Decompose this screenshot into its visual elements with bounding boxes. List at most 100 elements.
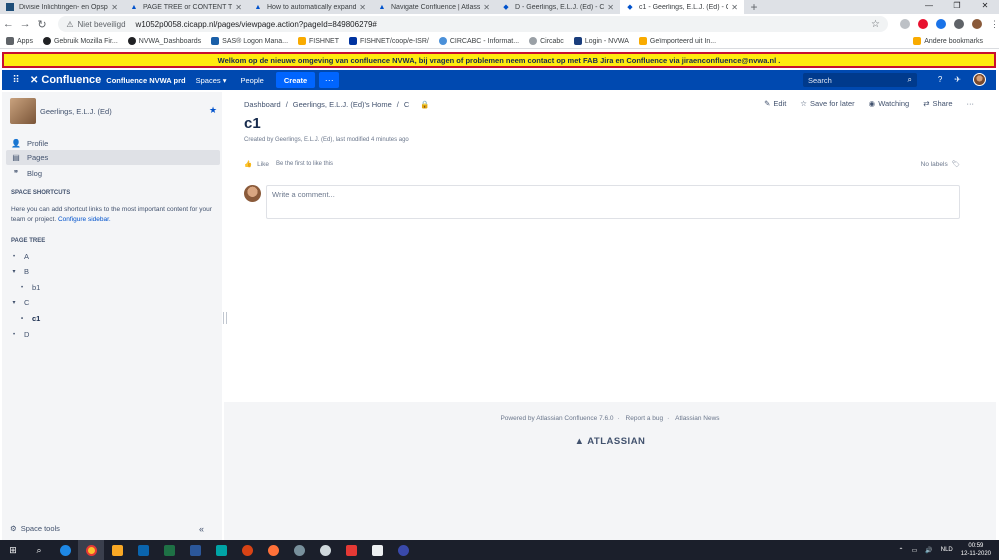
bookmark[interactable]: FISHNET — [298, 37, 339, 45]
chevron-up-icon[interactable]: ⌃ — [899, 547, 904, 554]
breadcrumb-parent[interactable]: C — [404, 100, 409, 109]
bookmark[interactable]: CIRCABC - Informat... — [438, 37, 519, 45]
windows-start-icon[interactable]: ⊞ — [0, 540, 26, 560]
save-for-later-button[interactable]: ☆ Save for later — [800, 99, 854, 108]
app-icon[interactable] — [312, 540, 338, 560]
collapse-sidebar-icon[interactable]: « — [199, 524, 204, 534]
people-link[interactable]: People — [241, 76, 264, 85]
atlassian-news-link[interactable]: Atlassian News — [675, 415, 719, 422]
excel-icon[interactable] — [156, 540, 182, 560]
share-button[interactable]: ⇄ Share — [923, 99, 952, 108]
close-window-icon[interactable]: ✕ — [971, 0, 999, 14]
browser-tab[interactable]: ▲ Navigate Confluence | Atlassian ✕ — [372, 0, 496, 14]
bookmark[interactable]: FISHNET/coop/e-ISR/ — [348, 37, 429, 45]
labels-area[interactable]: No labels 🏷 — [921, 160, 960, 169]
close-tab-icon[interactable]: ✕ — [731, 3, 738, 12]
space-name[interactable]: Geerlings, E.L.J. (Ed) — [40, 107, 112, 116]
clock[interactable]: 00:59 12-11-2020 — [961, 542, 991, 558]
app-icon[interactable] — [390, 540, 416, 560]
app-icon[interactable] — [286, 540, 312, 560]
restrictions-lock-icon[interactable]: 🔒 — [420, 100, 429, 109]
tree-item-c1[interactable]: • c1 — [18, 314, 40, 323]
notifications-icon[interactable]: ✈ — [954, 75, 961, 84]
bookmark[interactable]: NVWA_Dashboards — [127, 37, 201, 45]
tree-item-b[interactable]: ▾ B — [10, 267, 29, 276]
app-switcher-icon[interactable]: ⠿ — [6, 75, 26, 86]
site-name[interactable]: Confluence NVWA prd — [106, 76, 185, 85]
bookmark[interactable]: Gebruik Mozilla Fir... — [42, 37, 118, 45]
user-avatar[interactable] — [973, 73, 986, 86]
spaces-menu[interactable]: Spaces ▾ — [196, 76, 227, 85]
create-button[interactable]: Create — [275, 72, 316, 88]
acrobat-icon[interactable] — [338, 540, 364, 560]
close-tab-icon[interactable]: ✕ — [607, 3, 614, 12]
bookmark[interactable]: Circabc — [529, 37, 564, 45]
breadcrumb-dashboard[interactable]: Dashboard — [244, 100, 281, 109]
edit-button[interactable]: ✎ Edit — [764, 99, 786, 108]
network-icon[interactable]: ▭ — [912, 547, 918, 554]
close-tab-icon[interactable]: ✕ — [235, 3, 242, 12]
address-bar[interactable]: ⚠ Niet beveiligd w1052p0058.cicapp.nl/pa… — [58, 16, 888, 32]
firefox-icon[interactable] — [260, 540, 286, 560]
extension-icon[interactable] — [899, 19, 910, 29]
tree-expand-icon[interactable]: ▾ — [10, 299, 18, 306]
reload-icon[interactable]: ↻ — [34, 18, 51, 31]
browser-tab[interactable]: ◆ D - Geerlings, E.L.J. (Ed) - Conflu✕ — [496, 0, 620, 14]
file-explorer-icon[interactable] — [104, 540, 130, 560]
help-icon[interactable]: ? — [938, 75, 942, 84]
sidebar-item-blog[interactable]: ❞ Blog — [6, 166, 220, 181]
space-avatar[interactable] — [10, 98, 36, 124]
close-tab-icon[interactable]: ✕ — [483, 3, 490, 12]
tree-item-b1[interactable]: • b1 — [18, 283, 40, 292]
back-icon[interactable]: ← — [0, 18, 17, 30]
confluence-logo[interactable]: ✕ Confluence — [30, 74, 101, 86]
tree-item-d[interactable]: • D — [10, 330, 29, 339]
app-icon[interactable] — [208, 540, 234, 560]
atlassian-logo[interactable]: ▲ ATLASSIAN — [224, 436, 996, 447]
close-tab-icon[interactable]: ✕ — [359, 3, 366, 12]
opera-icon[interactable] — [917, 19, 928, 29]
powered-by-link[interactable]: Powered by Atlassian Confluence 7.6.0 — [500, 415, 613, 422]
sidebar-item-pages[interactable]: ▤ Pages — [6, 150, 220, 165]
sidebar-item-profile[interactable]: 👤 Profile — [6, 136, 220, 151]
comment-input[interactable]: Write a comment... — [266, 185, 960, 219]
profile-avatar[interactable] — [971, 19, 982, 29]
chrome-icon[interactable] — [78, 540, 104, 560]
browser-menu-icon[interactable]: ⋮ — [990, 19, 999, 29]
warning-icon[interactable]: ⚠ — [66, 20, 73, 29]
edge-icon[interactable] — [52, 540, 78, 560]
more-create-button[interactable]: ··· — [319, 72, 340, 88]
search-icon[interactable]: ⌕ — [26, 540, 52, 560]
forward-icon[interactable]: → — [17, 18, 34, 30]
notepad-icon[interactable] — [364, 540, 390, 560]
favourite-star-icon[interactable]: ★ — [209, 105, 217, 116]
watching-button[interactable]: ◉ Watching — [869, 99, 910, 108]
maximize-icon[interactable]: ❐ — [943, 0, 971, 14]
url-text[interactable]: w1052p0058.cicapp.nl/pages/viewpage.acti… — [136, 20, 871, 29]
other-bookmarks[interactable]: Andere bookmarks — [913, 37, 983, 45]
bookmark[interactable]: Geïmporteerd uit In... — [638, 37, 716, 45]
browser-tab[interactable]: ▲ PAGE TREE or CONTENT TREE✕ — [124, 0, 248, 14]
bookmark[interactable]: SAS® Logon Mana... — [211, 37, 288, 45]
bookmark[interactable]: Login - NVWA — [573, 37, 629, 45]
app-icon[interactable] — [234, 540, 260, 560]
browser-tab[interactable]: ▲ How to automatically expand / show✕ — [248, 0, 372, 14]
outlook-icon[interactable] — [130, 540, 156, 560]
bookmark-star-icon[interactable]: ☆ — [871, 19, 880, 30]
tree-item-c[interactable]: ▾ C — [10, 298, 29, 307]
close-tab-icon[interactable]: ✕ — [111, 3, 118, 12]
tree-item-a[interactable]: • A — [10, 252, 29, 261]
report-bug-link[interactable]: Report a bug — [626, 415, 664, 422]
search-input[interactable]: Search ⌕ — [803, 73, 917, 87]
browser-tab-active[interactable]: ◆ c1 - Geerlings, E.L.J. (Ed) - Confluenc… — [620, 0, 744, 14]
volume-icon[interactable]: 🔊 — [925, 547, 932, 554]
tree-expand-icon[interactable]: ▾ — [10, 268, 18, 275]
extension-icon[interactable] — [935, 19, 946, 29]
space-tools-button[interactable]: ⚙ Space tools — [10, 524, 60, 533]
like-button[interactable]: 👍 Like — [244, 160, 269, 169]
more-actions-icon[interactable]: ··· — [967, 99, 975, 108]
word-icon[interactable] — [182, 540, 208, 560]
new-tab-button[interactable]: + — [744, 0, 764, 14]
minimize-icon[interactable]: — — [915, 0, 943, 14]
language-indicator[interactable]: NLD — [941, 547, 953, 553]
